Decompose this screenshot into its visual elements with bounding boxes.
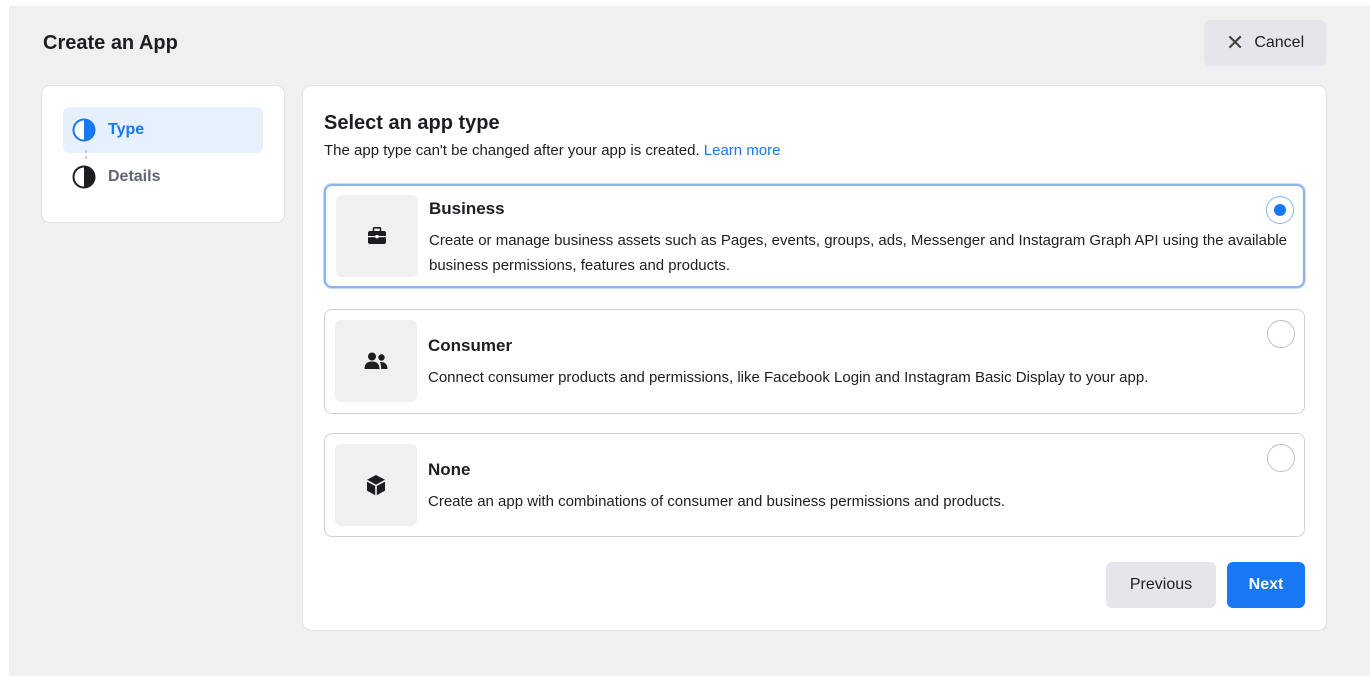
option-title: Consumer [428,336,513,355]
option-title: None [428,460,471,479]
step-details-label: Details [108,168,161,185]
step-type[interactable]: Type [63,107,263,153]
cancel-label: Cancel [1254,34,1305,51]
app-type-panel: Select an app type The app type can't be… [303,86,1326,630]
section-subtitle: The app type can't be changed after your… [324,142,781,159]
option-title: Business [429,199,505,218]
option-description: Connect consumer products and permission… [428,369,1149,386]
learn-more-link[interactable]: Learn more [704,142,781,159]
option-icon-box [335,320,417,402]
half-circle-icon [72,165,96,189]
option-description: Create or manage business assets such as… [429,232,1287,274]
cancel-button[interactable]: ✕ Cancel [1204,20,1326,66]
radio-none[interactable] [1267,444,1295,472]
option-icon-box [336,195,418,277]
option-none[interactable]: None Create an app with combinations of … [324,433,1305,537]
option-icon-box [335,444,417,526]
radio-business[interactable] [1266,196,1294,224]
radio-consumer[interactable] [1267,320,1295,348]
half-circle-icon [72,118,96,142]
close-icon: ✕ [1225,30,1245,55]
step-details[interactable]: Details [63,154,263,200]
option-business[interactable]: Business Create or manage business asset… [324,184,1305,288]
page-title: Create an App [43,32,178,54]
next-button[interactable]: Next [1227,562,1305,608]
steps-sidebar: Type Details [42,86,284,222]
cube-icon [367,475,385,496]
step-type-label: Type [108,121,145,138]
previous-button[interactable]: Previous [1106,562,1216,608]
section-title: Select an app type [324,112,500,134]
briefcase-icon [368,227,386,244]
option-description: Create an app with combinations of consu… [428,493,1005,510]
people-icon [364,352,388,369]
create-app-dialog: Create an App ✕ Cancel Type Details Sele… [9,6,1370,676]
subtitle-text: The app type can't be changed after your… [324,142,700,159]
option-consumer[interactable]: Consumer Connect consumer products and p… [324,309,1305,414]
